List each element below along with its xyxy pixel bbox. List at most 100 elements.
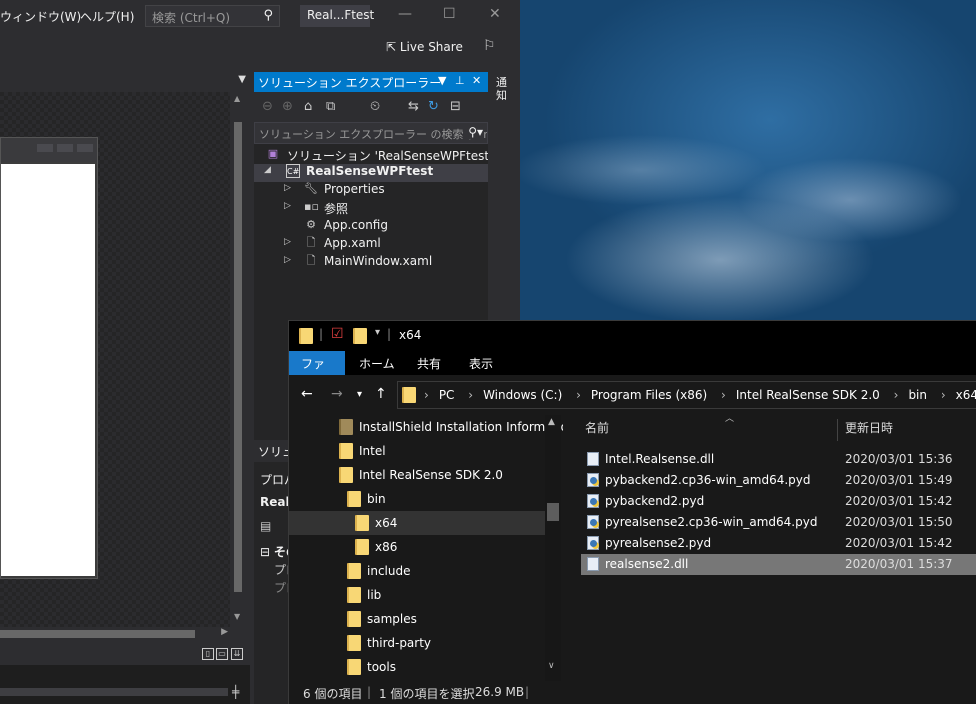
file-date: 2020/03/01 15:42 <box>845 536 953 550</box>
file-row[interactable]: pyrealsense2.cp36-win_amd64.pyd 2020/03/… <box>581 512 976 533</box>
solution-explorer-search[interactable]: ソリューション エクスプローラー の検索 (Ctrl ⚲▾ <box>254 122 488 144</box>
chevron-down-icon[interactable]: ▼ <box>238 74 246 85</box>
designer-horizontal-scrollbar[interactable]: ▶ <box>0 627 232 641</box>
forward-arrow-icon[interactable]: → <box>331 386 343 402</box>
nav-item-realsense-sdk[interactable]: Intel RealSense SDK 2.0 <box>289 463 545 487</box>
refresh-icon[interactable]: ↻ <box>428 99 439 114</box>
tree-item-references[interactable]: ▷ ▪▫ 参照 <box>254 200 488 218</box>
tree-item-properties[interactable]: ▷ 🔧︎ Properties <box>254 182 488 200</box>
tab-file[interactable]: ファイル <box>289 351 345 388</box>
collapsed-arrow-icon[interactable]: ▷ <box>284 183 291 193</box>
xaml-editor[interactable]: ╪ <box>0 665 250 704</box>
scroll-down-icon[interactable]: ∨ <box>548 661 555 671</box>
tree-item-label: Properties <box>324 182 385 196</box>
tab-view[interactable]: 表示 <box>457 351 505 375</box>
vertical-split-icon[interactable]: ▯ <box>202 648 214 660</box>
menu-help[interactable]: ヘルプ(H) <box>80 8 134 25</box>
notifications-tab[interactable]: 通知 <box>496 76 510 102</box>
back-arrow-icon[interactable]: ← <box>301 386 313 402</box>
panel-dropdown-icon[interactable]: ▼ <box>438 74 446 87</box>
minimize-icon[interactable]: — <box>398 6 412 22</box>
nav-item-x86[interactable]: x86 <box>289 535 545 559</box>
separator-icon: | <box>319 327 324 341</box>
collapsed-arrow-icon[interactable]: ▷ <box>284 201 291 211</box>
back-icon[interactable]: ⊖ <box>262 99 273 114</box>
tree-item-label: App.xaml <box>324 236 381 250</box>
categorized-icon[interactable]: ▤ <box>260 519 271 533</box>
tree-item-app-xaml[interactable]: ▷ 🗋︎ App.xaml <box>254 236 488 254</box>
recent-locations-icon[interactable]: ▾ <box>357 389 362 400</box>
sync-icon[interactable]: ⇆ <box>408 99 419 114</box>
nav-item-lib[interactable]: lib <box>289 583 545 607</box>
designer-vertical-scrollbar[interactable]: ▲ ▼ <box>231 92 245 627</box>
xaml-horizontal-scrollbar[interactable] <box>0 688 228 696</box>
feedback-icon[interactable]: ⚐ <box>483 38 496 54</box>
collapsed-arrow-icon[interactable]: ▷ <box>284 237 291 247</box>
nav-item-label: InstallShield Installation Information <box>359 420 576 434</box>
scroll-down-icon[interactable]: ▼ <box>234 612 240 621</box>
nav-pane-scrollbar[interactable]: ▲ ∨ <box>545 415 561 681</box>
folder-icon <box>347 659 361 675</box>
scroll-thumb[interactable] <box>547 503 559 521</box>
nav-item-include[interactable]: include <box>289 559 545 583</box>
column-divider[interactable] <box>837 419 838 441</box>
scroll-up-icon[interactable]: ▲ <box>548 417 555 427</box>
scroll-thumb[interactable] <box>234 122 242 592</box>
scroll-up-icon[interactable]: ▲ <box>234 94 240 103</box>
nav-item-bin[interactable]: bin <box>289 487 545 511</box>
nav-item-tools[interactable]: tools <box>289 655 545 679</box>
horizontal-split-icon[interactable]: ▭ <box>216 648 228 660</box>
new-folder-icon[interactable] <box>353 328 367 344</box>
file-row[interactable]: Intel.Realsense.dll 2020/03/01 15:36 <box>581 449 976 470</box>
search-icon: ⚲▾ <box>465 125 483 139</box>
expanded-arrow-icon[interactable]: ◢ <box>264 165 271 175</box>
up-arrow-icon[interactable]: ↑ <box>375 386 387 402</box>
tab-home[interactable]: ホーム <box>347 351 407 375</box>
breadcrumb-x64[interactable]: x64 <box>956 388 976 402</box>
file-row-selected[interactable]: realsense2.dll 2020/03/01 15:37 <box>581 554 976 575</box>
breadcrumb-drive[interactable]: Windows (C:) <box>483 388 562 402</box>
tree-item-solution[interactable]: ▣ ソリューション 'RealSenseWPFtest' (1/1 プ <box>254 147 520 165</box>
scroll-thumb[interactable] <box>0 630 195 638</box>
collapsed-arrow-icon[interactable]: ▷ <box>284 255 291 265</box>
tab-share[interactable]: 共有 <box>405 351 453 375</box>
nav-item-samples[interactable]: samples <box>289 607 545 631</box>
breadcrumb-program-files[interactable]: Program Files (x86) <box>591 388 707 402</box>
file-row[interactable]: pybackend2.pyd 2020/03/01 15:42 <box>581 491 976 512</box>
nav-item-x64[interactable]: x64 <box>289 511 545 535</box>
close-icon[interactable]: ✕ <box>472 74 481 87</box>
breadcrumb-pc[interactable]: PC <box>439 388 455 402</box>
nav-item-third-party[interactable]: third-party <box>289 631 545 655</box>
customize-toolbar-icon[interactable]: ▾ <box>375 327 380 338</box>
nav-item-installshield[interactable]: InstallShield Installation Information <box>289 415 576 439</box>
python-file-icon <box>587 536 599 550</box>
column-header-modified[interactable]: 更新日時 <box>845 419 893 443</box>
scroll-right-icon[interactable]: ▶ <box>221 627 228 637</box>
pin-icon[interactable]: ⊥ <box>455 74 465 87</box>
collapse-all-icon[interactable]: ⊟ <box>450 99 461 114</box>
menu-window[interactable]: ウィンドウ(W) <box>0 8 81 25</box>
split-drag-icon[interactable]: ╪ <box>232 685 239 699</box>
breadcrumb-bin[interactable]: bin <box>908 388 927 402</box>
forward-icon[interactable]: ⊕ <box>282 99 293 114</box>
collapse-pane-icon[interactable]: ⇊ <box>231 648 243 660</box>
properties-icon[interactable]: ☑ <box>331 326 344 342</box>
file-row[interactable]: pyrealsense2.pyd 2020/03/01 15:42 <box>581 533 976 554</box>
solution-icon: ▣ <box>267 147 279 160</box>
vs-search-input[interactable]: 検索 (Ctrl+Q) ⚲ <box>145 5 280 27</box>
tree-item-project[interactable]: ◢ C# RealSenseWPFtest <box>254 164 488 182</box>
file-list: ︿ 名前 更新日時 Intel.Realsense.dll 2020/03/01… <box>563 414 976 681</box>
nav-item-intel[interactable]: Intel <box>289 439 545 463</box>
tree-item-mainwindow-xaml[interactable]: ▷ 🗋︎ MainWindow.xaml <box>254 254 488 272</box>
address-bar[interactable]: › PC › Windows (C:) › Program Files (x86) ›… <box>397 381 976 409</box>
home-icon[interactable]: ⌂ <box>304 99 312 114</box>
close-icon[interactable]: ✕ <box>489 6 501 22</box>
column-header-name[interactable]: ︿ 名前 <box>585 414 734 443</box>
pending-changes-icon[interactable]: ⏲ <box>370 99 380 114</box>
breadcrumb-sdk[interactable]: Intel RealSense SDK 2.0 <box>736 388 880 402</box>
file-row[interactable]: pybackend2.cp36-win_amd64.pyd 2020/03/01… <box>581 470 976 491</box>
live-share-button[interactable]: ⇱ Live Share <box>386 40 463 54</box>
maximize-icon[interactable]: ☐ <box>443 6 456 22</box>
tree-item-app-config[interactable]: ⚙ App.config <box>254 218 488 236</box>
switch-views-icon[interactable]: ⧉ <box>326 99 335 114</box>
